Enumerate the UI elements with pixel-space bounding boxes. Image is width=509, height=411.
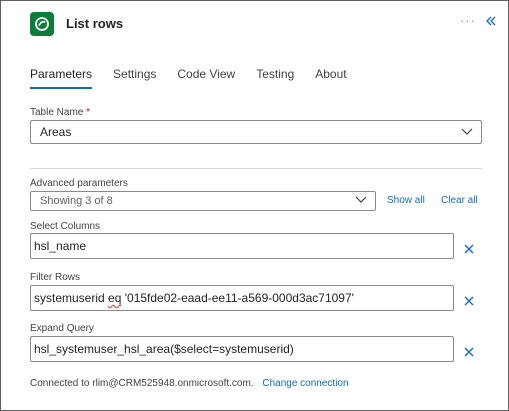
- clear-all-link[interactable]: Clear all: [441, 195, 478, 206]
- change-connection-link[interactable]: Change connection: [262, 378, 348, 389]
- select-columns-input[interactable]: hsl_name: [30, 233, 454, 259]
- show-all-link[interactable]: Show all: [387, 195, 425, 206]
- advanced-parameters-dropdown[interactable]: Showing 3 of 8: [30, 191, 376, 211]
- connected-text: Connected to rlim@CRM525948.onmicrosoft.…: [30, 378, 254, 389]
- clear-filter-rows-icon[interactable]: [463, 294, 475, 306]
- filter-rows-operator: eq: [108, 291, 122, 305]
- chevron-double-left-icon[interactable]: [485, 14, 497, 32]
- tab-testing[interactable]: Testing: [256, 67, 294, 89]
- more-horizontal-icon[interactable]: ···: [460, 13, 476, 28]
- tab-bar: Parameters Settings Code View Testing Ab…: [30, 67, 368, 93]
- select-columns-label: Select Columns: [30, 221, 101, 232]
- action-card: List rows ··· Parameters Settings Code V…: [0, 0, 509, 411]
- expand-query-input[interactable]: hsl_systemuser_hsl_area($select=systemus…: [30, 336, 454, 362]
- filter-rows-input[interactable]: systemuserid eq '015fde02-eaad-ee11-a569…: [30, 285, 454, 311]
- chevron-down-icon: [461, 125, 473, 139]
- table-name-value: Areas: [40, 125, 72, 139]
- filter-rows-label: Filter Rows: [30, 272, 81, 283]
- tab-code-view[interactable]: Code View: [177, 67, 235, 89]
- advanced-parameters-label: Advanced parameters: [30, 178, 128, 189]
- connection-footer: Connected to rlim@CRM525948.onmicrosoft.…: [30, 378, 349, 389]
- action-title: List rows: [66, 16, 124, 31]
- table-name-label: Table Name *: [30, 107, 90, 118]
- dataverse-icon: [30, 12, 54, 36]
- table-name-label-text: Table Name: [30, 107, 84, 118]
- filter-rows-field: systemuserid: [34, 291, 105, 305]
- select-columns-value: hsl_name: [34, 239, 87, 253]
- clear-select-columns-icon[interactable]: [463, 242, 475, 254]
- tab-about[interactable]: About: [315, 67, 346, 89]
- tab-settings[interactable]: Settings: [113, 67, 156, 89]
- tab-parameters[interactable]: Parameters: [30, 67, 93, 89]
- advanced-parameters-value: Showing 3 of 8: [40, 195, 113, 207]
- section-divider: [30, 168, 482, 169]
- clear-expand-query-icon[interactable]: [463, 345, 475, 357]
- expand-query-value: hsl_systemuser_hsl_area($select=systemus…: [34, 342, 294, 356]
- card-header: List rows ···: [1, 1, 508, 47]
- chevron-down-icon: [355, 195, 367, 207]
- table-name-dropdown[interactable]: Areas: [30, 120, 482, 144]
- expand-query-label: Expand Query: [30, 323, 94, 334]
- filter-rows-value: '015fde02-eaad-ee11-a569-000d3ac71097': [121, 291, 354, 305]
- required-mark: *: [86, 107, 91, 118]
